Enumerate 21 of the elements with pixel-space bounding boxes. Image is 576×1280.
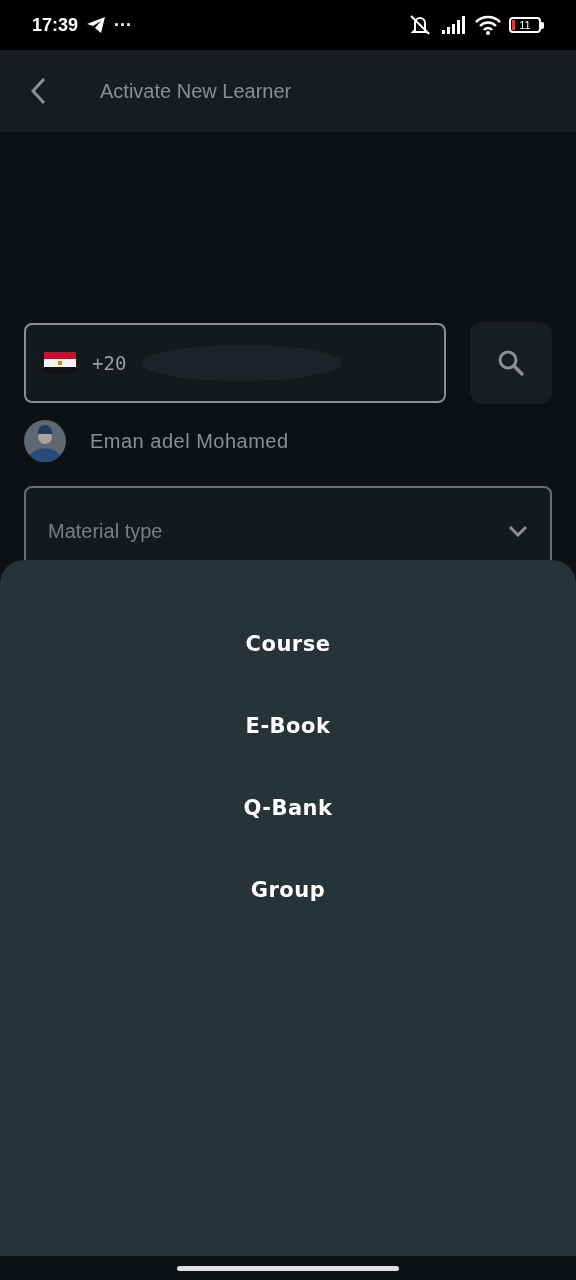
- search-icon: [496, 348, 526, 378]
- status-time: 17:39: [32, 13, 79, 37]
- wifi-icon: [475, 15, 501, 35]
- more-notifications: ···: [114, 13, 133, 37]
- back-button[interactable]: [28, 76, 48, 106]
- chevron-down-icon: [508, 525, 528, 537]
- paper-plane-icon: [86, 16, 107, 34]
- material-option[interactable]: Q-Bank: [237, 768, 339, 850]
- home-indicator[interactable]: [177, 1265, 399, 1271]
- learner-name: Eman adel Mohamed: [90, 429, 289, 454]
- battery-indicator: 11: [509, 17, 544, 33]
- search-button[interactable]: [470, 322, 552, 404]
- material-option[interactable]: Group: [244, 850, 332, 932]
- signal-icon: [441, 15, 467, 35]
- material-option[interactable]: Course: [239, 604, 337, 686]
- avatar-icon: [24, 420, 66, 462]
- material-option[interactable]: E-Book: [239, 686, 337, 768]
- phone-input-field[interactable]: +20: [24, 323, 446, 403]
- back-icon: [28, 76, 48, 106]
- flag-icon: [44, 352, 76, 374]
- page-title: Activate New Learner: [100, 79, 292, 104]
